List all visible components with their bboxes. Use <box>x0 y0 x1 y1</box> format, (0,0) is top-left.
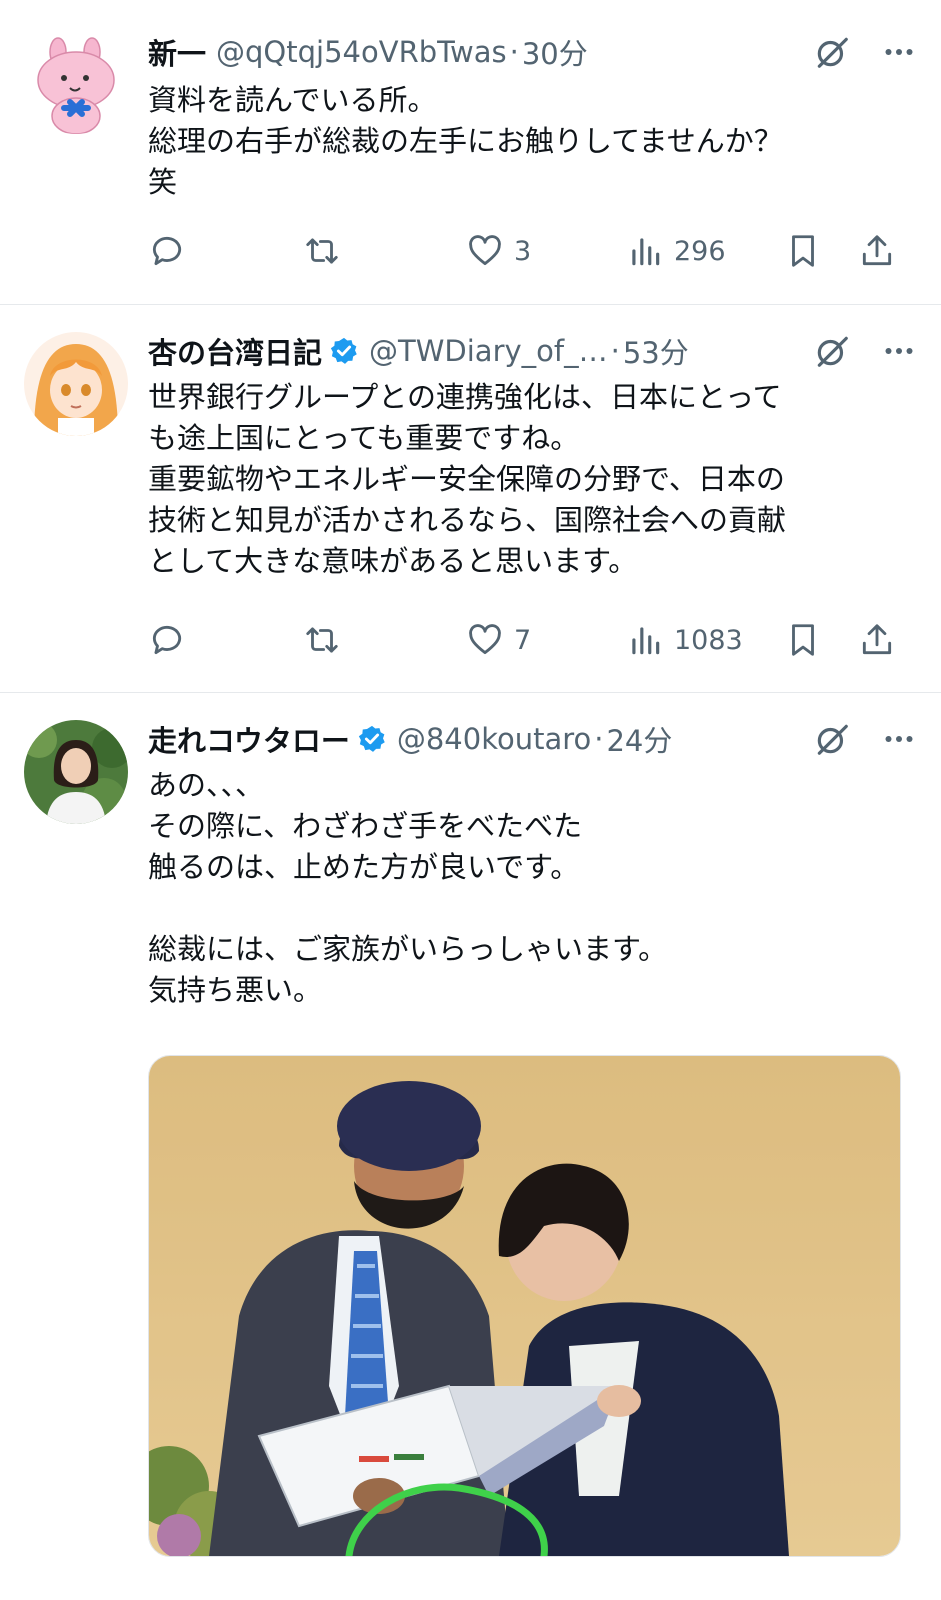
like-button[interactable]: 3 <box>466 226 531 276</box>
more-icon[interactable] <box>881 333 917 369</box>
bookmark-button[interactable] <box>784 615 822 665</box>
share-button[interactable] <box>858 226 896 276</box>
timeline: 新一 @qQtqj54oVRbTwas · 30分 資料を読んでいる所。 総理の… <box>0 0 941 1600</box>
views-icon <box>632 627 660 655</box>
woman-photo-avatar-image <box>24 720 128 824</box>
separator-dot: · <box>509 35 519 69</box>
share-button[interactable] <box>858 615 896 665</box>
pink-rabbit-avatar-image <box>24 30 128 134</box>
bookmark-button[interactable] <box>784 226 822 276</box>
view-count: 296 <box>674 235 726 267</box>
views-icon <box>632 238 660 266</box>
tweet-text: あの、、、 その際に、わざわざ手をべたべた 触るのは、止めた方が良いです。 総裁… <box>148 768 668 1007</box>
timestamp[interactable]: 30分 <box>522 31 588 73</box>
views-button[interactable]: 1083 <box>626 615 743 665</box>
like-count: 3 <box>514 235 532 267</box>
display-name[interactable]: 杏の台湾日記 <box>148 330 322 372</box>
reply-button[interactable] <box>148 615 186 665</box>
photo-two-people-reading-document <box>149 1056 900 1556</box>
user-handle[interactable]: @840koutaro <box>397 722 591 756</box>
like-count: 7 <box>514 624 532 656</box>
tweet-text: 資料を読んでいる所。 総理の右手が総裁の左手にお触りしてませんか？ 笑 <box>148 83 783 199</box>
share-icon <box>862 624 892 655</box>
verified-badge-icon <box>358 725 385 752</box>
tweet-1[interactable]: 新一 @qQtqj54oVRbTwas · 30分 資料を読んでいる所。 総理の… <box>0 0 941 304</box>
bookmark-icon <box>792 235 814 267</box>
more-icon[interactable] <box>881 34 917 70</box>
avatar[interactable] <box>24 30 128 134</box>
user-handle[interactable]: @qQtqj54oVRbTwas <box>216 35 507 69</box>
reply-icon <box>152 236 182 266</box>
grok-icon[interactable] <box>813 720 851 758</box>
retweet-button[interactable] <box>303 615 341 665</box>
timestamp[interactable]: 24分 <box>606 718 672 760</box>
bookmark-icon <box>792 624 814 656</box>
tweet-header: 走れコウタロー @840koutaro · 24分 <box>148 713 917 765</box>
share-icon <box>862 235 892 266</box>
display-name[interactable]: 新一 <box>148 31 206 73</box>
separator-dot: · <box>610 334 620 368</box>
reply-button[interactable] <box>148 226 186 276</box>
more-icon[interactable] <box>881 721 917 757</box>
like-icon <box>469 235 501 266</box>
display-name[interactable]: 走れコウタロー <box>148 718 350 760</box>
anime-girl-avatar-image <box>24 332 128 436</box>
timestamp[interactable]: 53分 <box>623 330 689 372</box>
avatar[interactable] <box>24 720 128 824</box>
retweet-icon <box>306 238 338 264</box>
retweet-icon <box>306 627 338 653</box>
action-bar: 7 1083 <box>148 615 908 665</box>
verified-badge-icon <box>330 337 357 364</box>
avatar[interactable] <box>24 332 128 436</box>
views-button[interactable]: 296 <box>626 226 726 276</box>
like-button[interactable]: 7 <box>466 615 531 665</box>
view-count: 1083 <box>674 624 743 656</box>
tweet-text: 世界銀行グループとの連携強化は、日本にとって も途上国にとっても重要ですね。 重… <box>148 380 787 578</box>
tweet-header: 杏の台湾日記 @TWDiary_of_… · 53分 <box>148 325 917 377</box>
action-bar: 3 296 <box>148 226 908 276</box>
user-handle[interactable]: @TWDiary_of_… <box>369 334 608 368</box>
tweet-photo[interactable] <box>148 1055 901 1557</box>
tweet-2[interactable]: 杏の台湾日記 @TWDiary_of_… · 53分 世界銀行グループとの連携強… <box>0 305 941 692</box>
retweet-button[interactable] <box>303 226 341 276</box>
like-icon <box>469 624 501 655</box>
tweet-header: 新一 @qQtqj54oVRbTwas · 30分 <box>148 26 917 78</box>
reply-icon <box>152 625 182 655</box>
separator-dot: · <box>594 722 604 756</box>
grok-icon[interactable] <box>813 332 851 370</box>
grok-icon[interactable] <box>813 33 851 71</box>
